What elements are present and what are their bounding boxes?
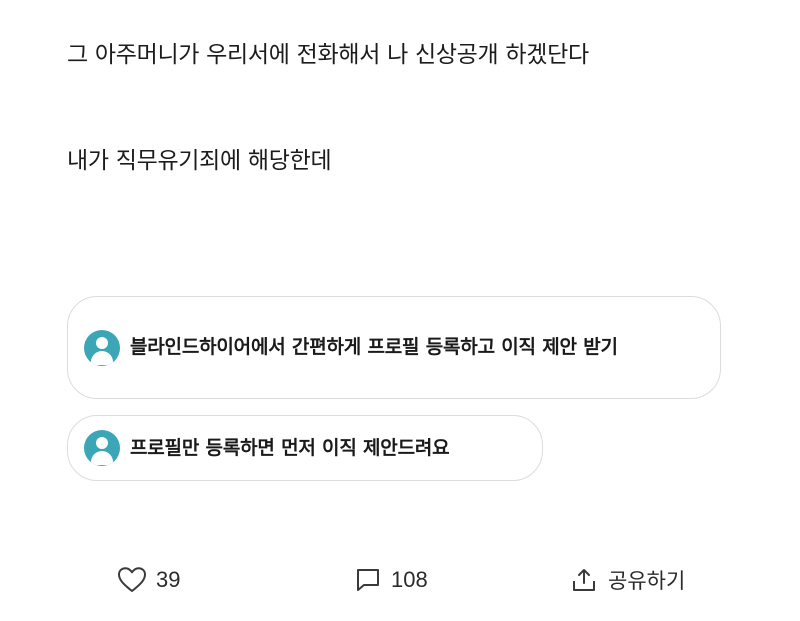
like-count: 39 — [156, 567, 181, 592]
post-text-line: 내가 직무유기죄에 해당한데 — [67, 148, 332, 174]
post-body: 그 아주머니가 우리서에 전화해서 나 신상공개 하겠단다 내가 직무유기죄에 … — [67, 38, 767, 178]
promo-card-profile[interactable]: 프로필만 등록하면 먼저 이직 제안드려요 — [67, 415, 543, 481]
like-button[interactable]: 39 — [117, 562, 180, 598]
post-action-bar: 39 108 공유하기 — [0, 562, 800, 598]
comment-icon — [354, 566, 382, 594]
promo-text: 블라인드하이어에서 간편하게 프로필 등록하고 이직 제안 받기 — [130, 336, 618, 358]
comment-button[interactable]: 108 — [354, 562, 428, 598]
user-avatar-icon — [84, 329, 120, 366]
promo-text: 프로필만 등록하면 먼저 이직 제안드려요 — [130, 436, 450, 459]
share-button[interactable]: 공유하기 — [570, 562, 685, 598]
share-icon — [570, 566, 598, 594]
promo-card-hire[interactable]: 블라인드하이어에서 간편하게 프로필 등록하고 이직 제안 받기 — [67, 296, 721, 399]
comment-count: 108 — [391, 567, 428, 592]
post-text-line: 그 아주머니가 우리서에 전화해서 나 신상공개 하겠단다 — [67, 42, 589, 68]
share-label: 공유하기 — [608, 569, 686, 593]
user-avatar-icon — [84, 430, 120, 466]
heart-icon — [117, 566, 147, 594]
